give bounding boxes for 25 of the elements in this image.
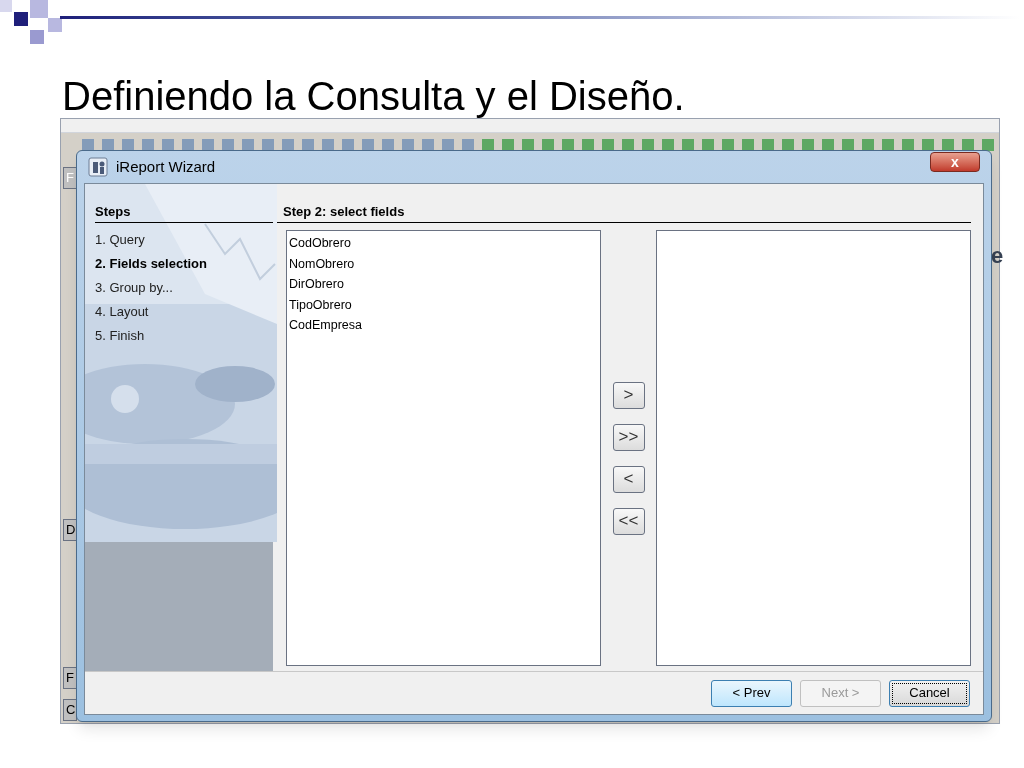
move-button[interactable]: < <box>612 465 645 493</box>
steps-heading: Steps <box>95 203 132 221</box>
step-item: 3. Group by... <box>95 279 174 297</box>
move-button[interactable]: << <box>612 507 645 535</box>
background-label: e <box>991 242 1004 270</box>
window-title: iReport Wizard <box>116 156 216 177</box>
field-list-item[interactable]: CodEmpresa <box>289 315 598 336</box>
slide-title: Definiendo la Consulta y el Diseño. <box>62 73 685 120</box>
field-list-item[interactable]: NomObrero <box>289 253 598 274</box>
available-fields-list[interactable]: CodObrero NomObrero DirObrero TipoObrero CodEmpresa <box>286 230 601 666</box>
selected-fields-list[interactable] <box>656 230 971 666</box>
step-item: 1. Query <box>95 231 146 249</box>
step-title: Step 2: select fields <box>282 203 406 221</box>
move-button[interactable]: >> <box>612 423 645 451</box>
dialog-button[interactable]: Cancel <box>889 679 970 707</box>
step-item: 2. Fields selection <box>95 255 208 273</box>
close-button[interactable]: x <box>930 152 980 172</box>
step-item: 5. Finish <box>95 327 146 345</box>
move-button[interactable]: > <box>612 381 645 409</box>
field-list-item[interactable]: TipoObrero <box>289 294 598 315</box>
dialog-button[interactable]: < Prev <box>711 679 792 707</box>
field-list-item[interactable]: CodObrero <box>289 233 598 254</box>
step-item: 4. Layout <box>95 303 150 321</box>
app-icon <box>88 157 108 177</box>
field-list-item[interactable]: DirObrero <box>289 274 598 295</box>
